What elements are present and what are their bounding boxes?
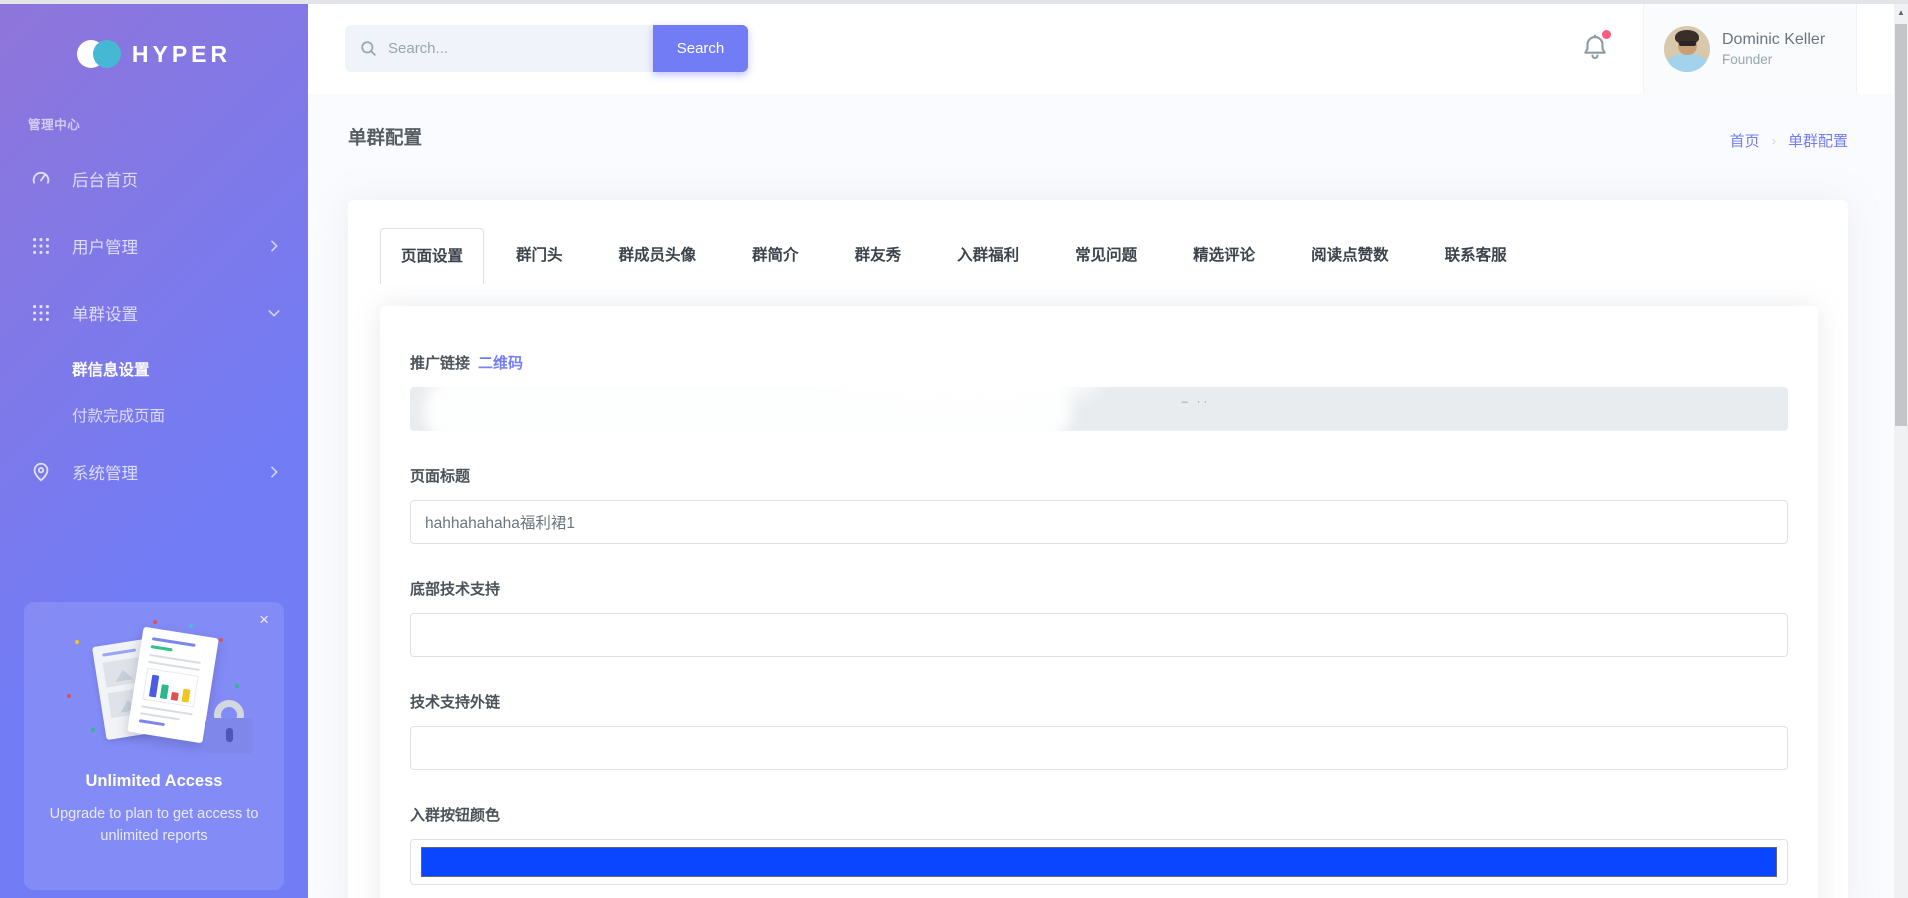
grid-icon (30, 302, 52, 324)
breadcrumb-separator: › (1772, 133, 1776, 148)
tab-group-show[interactable]: 群友秀 (831, 228, 926, 284)
tab-member-avatars[interactable]: 群成员头像 (595, 228, 721, 284)
config-card: 页面设置 群门头 群成员头像 群简介 群友秀 入群福利 常见问题 精选评论 阅读… (348, 200, 1848, 898)
sidebar: HYPER 管理中心 后台首页 用户管理 (0, 4, 308, 898)
gauge-icon (30, 168, 52, 190)
tab-read-like-count[interactable]: 阅读点赞数 (1287, 228, 1413, 284)
page-title: 单群配置 (348, 124, 422, 150)
support-link-field: 技术支持外链 (410, 691, 1788, 770)
logo-text: HYPER (132, 41, 231, 68)
promo-link-label: 推广链接 (410, 352, 470, 373)
scrollbar[interactable]: ▲ (1894, 4, 1908, 898)
sidebar-item-label: 系统管理 (72, 460, 266, 484)
scrollbar-up-arrow[interactable]: ▲ (1894, 8, 1908, 17)
mini-bar-chart (142, 668, 198, 708)
tab-contact-support[interactable]: 联系客服 (1421, 228, 1531, 284)
sidebar-item-group-settings[interactable]: 单群设置 (0, 279, 308, 346)
chevron-right-icon (266, 464, 282, 480)
app-logo[interactable]: HYPER (0, 40, 308, 68)
redaction-blur (823, 354, 1099, 407)
user-menu[interactable]: Dominic Keller Founder (1643, 4, 1857, 94)
support-link-label: 技术支持外链 (410, 691, 500, 712)
tab-group-intro[interactable]: 群简介 (728, 228, 823, 284)
search-icon (359, 39, 378, 58)
browser-top-edge (0, 0, 1908, 4)
sidebar-item-dashboard[interactable]: 后台首页 (0, 145, 308, 212)
qrcode-link[interactable]: 二维码 (478, 352, 523, 373)
chevron-down-icon (266, 305, 282, 321)
breadcrumb-current[interactable]: 单群配置 (1788, 130, 1848, 151)
page-settings-panel: 推广链接 二维码 ····· – ·· 页面标题 底部技术支持 (380, 306, 1818, 898)
footer-support-label: 底部技术支持 (410, 578, 500, 599)
search-button[interactable]: Search (653, 25, 748, 72)
tab-page-settings[interactable]: 页面设置 (380, 228, 484, 284)
breadcrumb: 首页 › 单群配置 (1730, 130, 1848, 151)
sidebar-subitem-group-info[interactable]: 群信息设置 (0, 346, 308, 392)
color-picker-input[interactable] (410, 839, 1788, 885)
sidebar-item-label: 后台首页 (72, 167, 282, 191)
sidebar-item-system-management[interactable]: 系统管理 (0, 438, 308, 505)
sidebar-item-user-management[interactable]: 用户管理 (0, 212, 308, 279)
search-input[interactable] (388, 40, 628, 57)
chevron-right-icon (266, 238, 282, 254)
avatar (1664, 26, 1710, 72)
logo-circles-icon (77, 40, 121, 68)
map-pin-icon (30, 461, 52, 483)
tab-bar: 页面设置 群门头 群成员头像 群简介 群友秀 入群福利 常见问题 精选评论 阅读… (348, 200, 1848, 284)
tab-group-header[interactable]: 群门头 (492, 228, 587, 284)
user-name: Dominic Keller (1722, 31, 1825, 49)
tab-featured-comments[interactable]: 精选评论 (1169, 228, 1279, 284)
support-link-input[interactable] (410, 726, 1788, 770)
notification-dot (1602, 30, 1611, 39)
page-title-field: 页面标题 (410, 465, 1788, 544)
grid-icon (30, 235, 52, 257)
tab-faq[interactable]: 常见问题 (1051, 228, 1161, 284)
page-title-label: 页面标题 (410, 465, 470, 486)
sidebar-item-label: 单群设置 (72, 301, 266, 325)
close-icon[interactable]: × (259, 610, 269, 630)
footer-support-input[interactable] (410, 613, 1788, 657)
promo-text: Upgrade to plan to get access to unlimit… (49, 803, 259, 848)
join-button-color-label: 入群按钮颜色 (410, 804, 500, 825)
join-button-color-field: 入群按钮颜色 (410, 804, 1788, 885)
color-swatch (421, 847, 1777, 877)
promo-link-field: 推广链接 二维码 ····· – ·· (410, 352, 1788, 431)
lock-icon (205, 700, 253, 754)
sidebar-item-label: 用户管理 (72, 234, 266, 258)
topbar: Search Dominic Keller Founder (308, 4, 1908, 94)
tab-join-benefits[interactable]: 入群福利 (933, 228, 1043, 284)
search-box (345, 25, 653, 72)
notification-bell-icon[interactable] (1580, 32, 1614, 66)
promo-title: Unlimited Access (24, 772, 284, 791)
sidebar-subitem-payment-complete[interactable]: 付款完成页面 (0, 392, 308, 438)
reports-lock-illustration (69, 632, 239, 746)
upgrade-promo-card: × (24, 602, 284, 890)
breadcrumb-home-link[interactable]: 首页 (1730, 130, 1760, 151)
scrollbar-thumb[interactable] (1895, 24, 1907, 426)
user-role: Founder (1722, 52, 1825, 67)
main-content: 单群配置 首页 › 单群配置 页面设置 群门头 群成员头像 群简介 群友秀 入群… (308, 94, 1894, 898)
sidebar-section-label: 管理中心 (28, 114, 308, 133)
footer-support-field: 底部技术支持 (410, 578, 1788, 657)
page-title-input[interactable] (410, 500, 1788, 544)
